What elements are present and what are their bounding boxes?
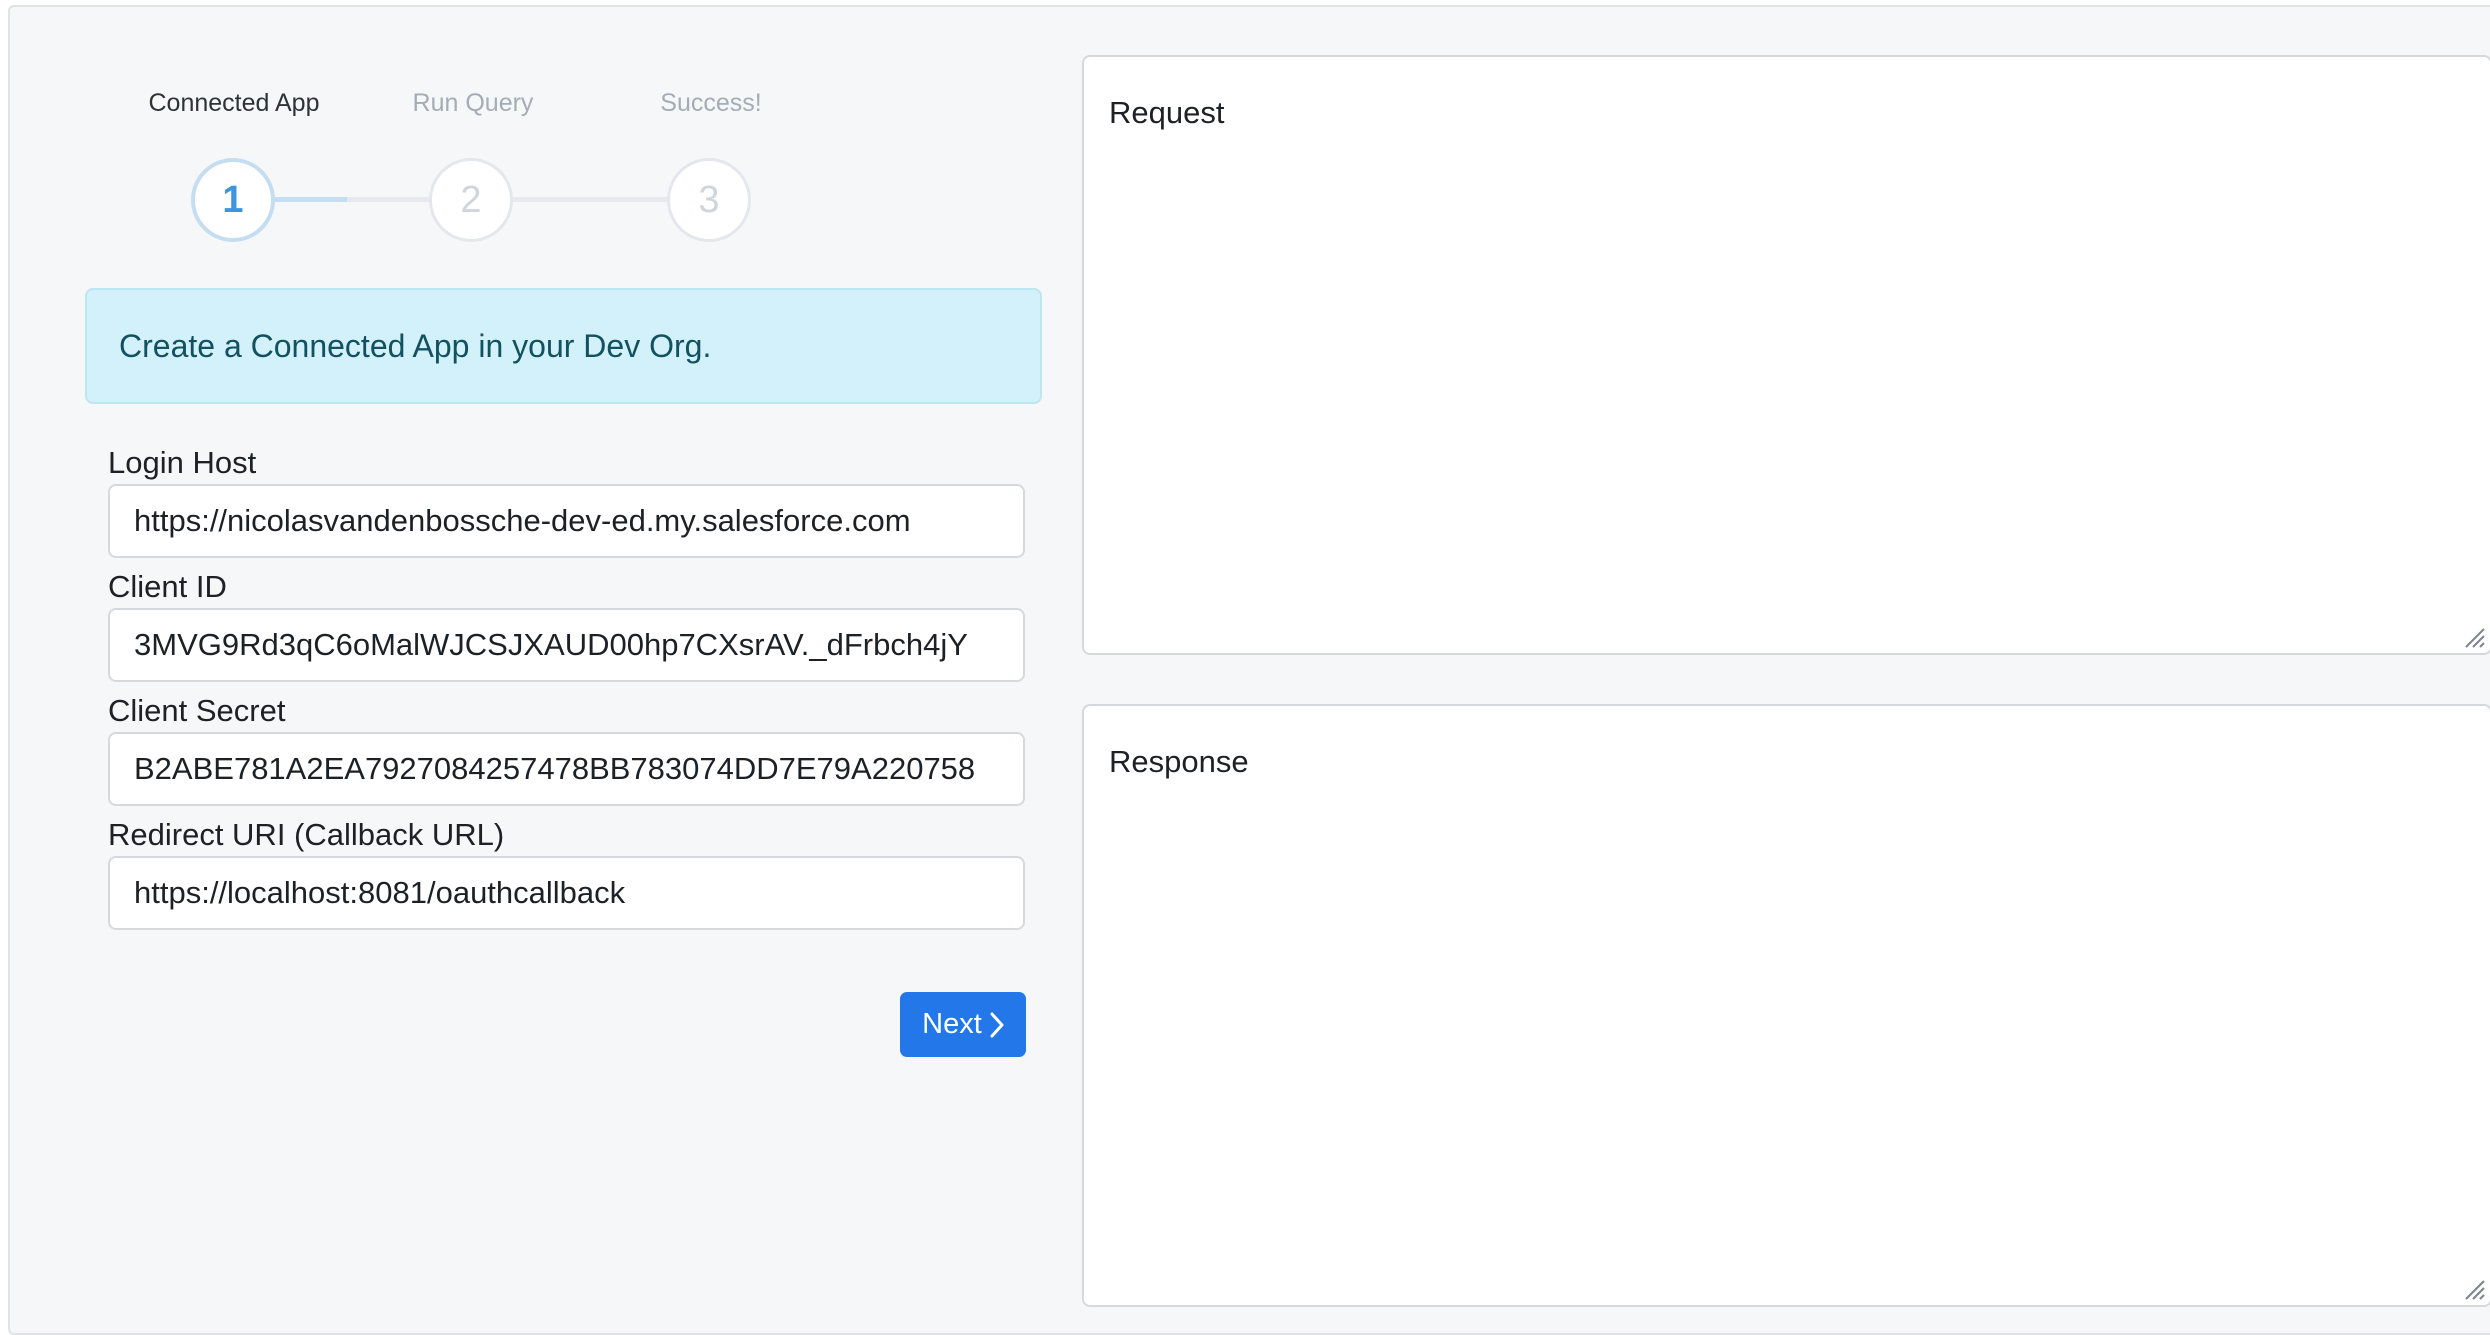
request-textarea[interactable]: Request xyxy=(1082,55,2490,655)
redirect-uri-input[interactable] xyxy=(108,856,1025,930)
step-label-connected-app: Connected App xyxy=(148,89,320,117)
step-connector-2-3 xyxy=(510,197,668,202)
request-label: Request xyxy=(1109,95,1225,130)
login-host-label: Login Host xyxy=(108,445,257,480)
chevron-right-icon xyxy=(990,1012,1004,1037)
next-button[interactable]: Next xyxy=(900,992,1026,1057)
redirect-uri-label: Redirect URI (Callback URL) xyxy=(108,817,505,852)
info-alert: Create a Connected App in your Dev Org. xyxy=(85,288,1042,404)
step-circle-3[interactable]: 3 xyxy=(667,158,751,242)
client-id-label: Client ID xyxy=(108,569,227,604)
step-circle-1[interactable]: 1 xyxy=(191,158,275,242)
step-progress-fill xyxy=(272,197,347,202)
step-circle-2[interactable]: 2 xyxy=(429,158,513,242)
login-host-input[interactable] xyxy=(108,484,1025,558)
info-alert-text: Create a Connected App in your Dev Org. xyxy=(119,327,712,364)
resize-grip-icon[interactable] xyxy=(2462,625,2486,649)
response-label: Response xyxy=(1109,744,1249,779)
client-id-input[interactable] xyxy=(108,608,1025,682)
response-textarea[interactable]: Response xyxy=(1082,704,2490,1307)
step-connector-1-2 xyxy=(272,197,430,202)
step-label-success: Success! xyxy=(660,89,762,117)
step-label-run-query: Run Query xyxy=(412,89,534,117)
resize-grip-icon[interactable] xyxy=(2462,1277,2486,1301)
client-secret-input[interactable] xyxy=(108,732,1025,806)
next-button-label: Next xyxy=(922,1008,982,1040)
app-frame: Connected App Run Query Success! 1 2 3 C… xyxy=(8,5,2490,1335)
client-secret-label: Client Secret xyxy=(108,693,286,728)
wizard-stepper: Connected App Run Query Success! 1 2 3 xyxy=(10,7,1010,267)
